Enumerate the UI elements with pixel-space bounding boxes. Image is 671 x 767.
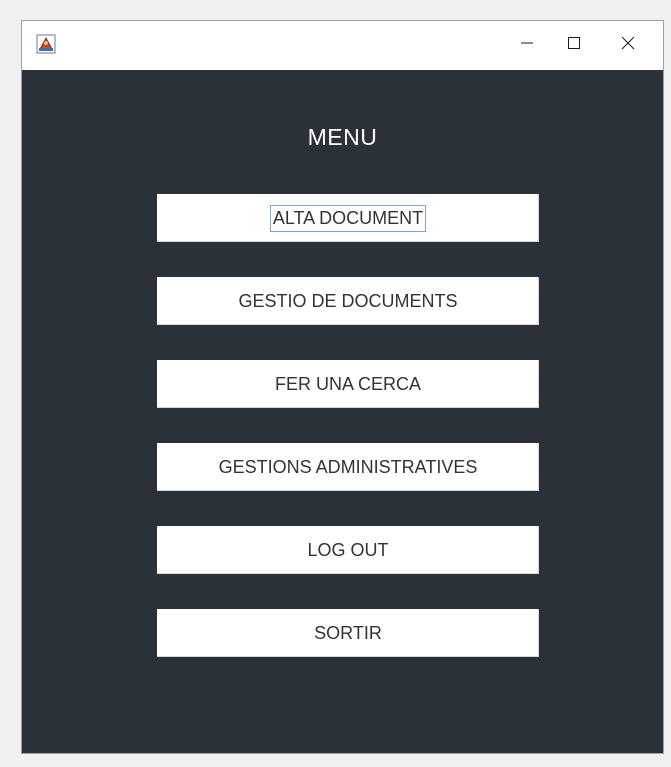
- title-bar[interactable]: [22, 21, 663, 70]
- app-window: MENU ALTA DOCUMENT GESTIO DE DOCUMENTS F…: [21, 20, 664, 754]
- menu-title: MENU: [307, 124, 378, 150]
- minimize-button[interactable]: [504, 21, 550, 70]
- maximize-button[interactable]: [551, 21, 597, 70]
- sortir-button[interactable]: SORTIR: [157, 609, 539, 657]
- gestions-administratives-button[interactable]: GESTIONS ADMINISTRATIVES: [157, 443, 539, 491]
- close-button[interactable]: [605, 21, 651, 70]
- alta-document-button[interactable]: ALTA DOCUMENT: [157, 194, 539, 242]
- log-out-button[interactable]: LOG OUT: [157, 526, 539, 574]
- menu-panel: MENU ALTA DOCUMENT GESTIO DE DOCUMENTS F…: [22, 70, 663, 754]
- button-label: GESTIONS ADMINISTRATIVES: [218, 456, 478, 477]
- java-app-icon: [36, 34, 56, 54]
- gestio-documents-button[interactable]: GESTIO DE DOCUMENTS: [157, 277, 539, 325]
- button-label: SORTIR: [314, 622, 382, 643]
- button-label: ALTA DOCUMENT: [269, 204, 427, 232]
- button-label: FER UNA CERCA: [274, 373, 422, 394]
- close-icon: [621, 36, 635, 55]
- button-label: LOG OUT: [307, 539, 389, 560]
- maximize-icon: [567, 36, 581, 55]
- fer-cerca-button[interactable]: FER UNA CERCA: [157, 360, 539, 408]
- minimize-icon: [520, 36, 534, 55]
- button-label: GESTIO DE DOCUMENTS: [238, 290, 458, 311]
